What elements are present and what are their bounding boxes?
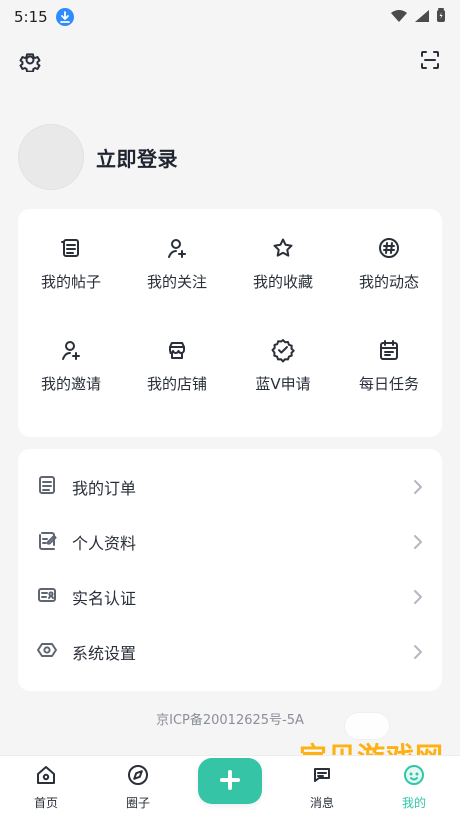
- menu-item-left: 系统设置: [36, 639, 410, 665]
- plus-icon: [216, 766, 244, 797]
- menu-item-label: 我的订单: [72, 478, 137, 498]
- chevron-right-icon: [410, 644, 426, 660]
- nav-profile[interactable]: 我的: [368, 756, 460, 818]
- home-icon: [34, 763, 58, 790]
- status-time: 5:15: [14, 8, 48, 26]
- top-actions: [18, 48, 442, 76]
- calendar-icon: [374, 335, 404, 365]
- battery-icon: [436, 7, 446, 27]
- compass-icon: [126, 763, 150, 790]
- menu-item-real-name[interactable]: 实名认证: [18, 569, 442, 624]
- menu-item-orders[interactable]: 我的订单: [18, 459, 442, 514]
- quick-action-label: 每日任务: [358, 375, 419, 393]
- follow-user-icon: [162, 233, 192, 263]
- profile-icon: [402, 763, 426, 790]
- menu-item-left: 个人资料: [36, 529, 410, 555]
- nav-label: 我的: [401, 796, 426, 810]
- signal-icon: [414, 8, 430, 27]
- edit-profile-icon: [36, 529, 58, 555]
- settings-gear-icon[interactable]: [18, 48, 42, 76]
- nav-label: 圈子: [125, 796, 150, 810]
- quick-action-my-follow[interactable]: 我的关注: [124, 233, 230, 335]
- quick-action-label: 我的关注: [146, 273, 207, 291]
- star-icon: [268, 233, 298, 263]
- avatar[interactable]: [18, 124, 84, 190]
- app-root: 5:15 立即登录 我的帖子 我的关注 我的收藏 我的动态 我的邀请 我的店铺 …: [0, 0, 460, 818]
- status-left: 5:15: [14, 8, 74, 26]
- status-bar: 5:15: [0, 0, 460, 34]
- quick-action-my-invites[interactable]: 我的邀请: [18, 335, 124, 437]
- menu-item-profile[interactable]: 个人资料: [18, 514, 442, 569]
- quick-actions-card: 我的帖子 我的关注 我的收藏 我的动态 我的邀请 我的店铺 蓝V申请 每日任务: [18, 209, 442, 437]
- quick-action-my-updates[interactable]: 我的动态: [336, 233, 442, 335]
- status-right: [390, 7, 446, 27]
- scan-icon[interactable]: [418, 48, 442, 76]
- hash-icon: [374, 233, 404, 263]
- quick-action-label: 我的邀请: [40, 375, 101, 393]
- menu-item-system-settings[interactable]: 系统设置: [18, 624, 442, 679]
- nav-publish[interactable]: [184, 756, 276, 818]
- bottom-navigation: 首页 圈子 消息 我的: [0, 755, 460, 818]
- quick-action-label: 我的收藏: [252, 273, 313, 291]
- nav-label: 消息: [309, 796, 334, 810]
- orders-icon: [36, 474, 58, 500]
- menu-item-label: 系统设置: [72, 643, 137, 663]
- quick-action-label: 我的帖子: [40, 273, 101, 291]
- quick-action-my-shop[interactable]: 我的店铺: [124, 335, 230, 437]
- nav-circle[interactable]: 圈子: [92, 756, 184, 818]
- invite-user-icon: [56, 335, 86, 365]
- quick-action-my-posts[interactable]: 我的帖子: [18, 233, 124, 335]
- id-card-icon: [36, 584, 58, 610]
- icp-text: 京ICP备20012625号-5A: [156, 713, 304, 728]
- quick-actions-grid: 我的帖子 我的关注 我的收藏 我的动态 我的邀请 我的店铺 蓝V申请 每日任务: [18, 233, 442, 437]
- chevron-right-icon: [410, 479, 426, 495]
- posts-icon: [56, 233, 86, 263]
- menu-item-left: 我的订单: [36, 474, 410, 500]
- profile-header: 立即登录: [18, 124, 178, 190]
- menu-item-label: 实名认证: [72, 588, 137, 608]
- login-button[interactable]: 立即登录: [96, 143, 178, 172]
- download-status-icon: [55, 8, 74, 26]
- settings-menu-card: 我的订单 个人资料 实名认证 系统设置: [18, 449, 442, 691]
- chevron-right-icon: [410, 534, 426, 550]
- quick-action-label: 我的动态: [358, 273, 419, 291]
- nav-messages[interactable]: 消息: [276, 756, 368, 818]
- nav-label: 首页: [33, 796, 58, 810]
- quick-action-blue-v-apply[interactable]: 蓝V申请: [230, 335, 336, 437]
- quick-action-label: 蓝V申请: [255, 375, 311, 393]
- quick-action-daily-tasks[interactable]: 每日任务: [336, 335, 442, 437]
- publish-button[interactable]: [198, 758, 262, 804]
- quick-action-label: 我的店铺: [146, 375, 207, 393]
- shop-icon: [162, 335, 192, 365]
- menu-item-left: 实名认证: [36, 584, 410, 610]
- nav-home[interactable]: 首页: [0, 756, 92, 818]
- verified-badge-icon: [268, 335, 298, 365]
- wifi-icon: [390, 8, 408, 27]
- menu-item-label: 个人资料: [72, 533, 137, 553]
- chat-icon: [310, 763, 334, 790]
- quick-action-my-favorites[interactable]: 我的收藏: [230, 233, 336, 335]
- settings-hex-icon: [36, 639, 58, 665]
- chevron-right-icon: [410, 589, 426, 605]
